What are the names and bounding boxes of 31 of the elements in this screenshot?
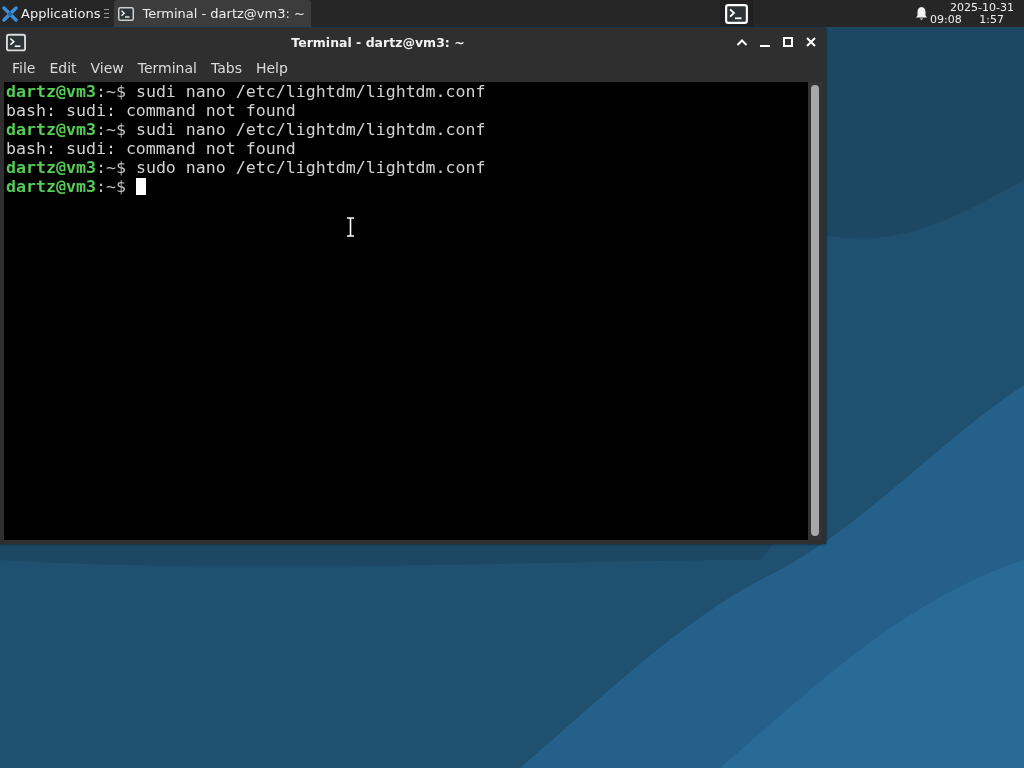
clock-time: 09:08 [930,13,962,26]
drag-handle-icon[interactable] [104,8,110,19]
terminal-icon [118,6,135,21]
clock-time: 1:57 [979,13,1004,26]
menu-item[interactable]: Tabs [203,60,249,76]
window-title: Terminal - dartz@vm3: ~ [290,34,466,50]
command-line: dartz@vm3:~$ sudi nano /etc/lightdm/lightdm.conf [6,120,486,139]
taskbar-button[interactable]: Terminal - dartz@vm3: ~ [114,0,311,27]
maximize-icon [782,37,793,47]
close-icon [805,37,816,47]
menu-item[interactable]: View [83,60,131,76]
scrollbar-thumb[interactable] [811,85,819,536]
command-line: dartz@vm3:~$ sudi nano /etc/lightdm/lightdm.conf [6,82,486,101]
clock-date: 2025-10-31 [950,1,1014,14]
bell-icon[interactable] [915,6,928,21]
command-line: dartz@vm3:~$ [6,177,127,196]
launcher-button[interactable] [720,0,753,27]
output-line: bash: sudi: command not found [6,139,296,158]
menu-item[interactable]: Edit [42,60,84,76]
menu-item[interactable]: Help [248,60,295,76]
applications-menu-button[interactable]: Applications [0,0,103,27]
command-line: dartz@vm3:~$ sudo nano /etc/lightdm/lightdm.conf [6,158,486,177]
terminal-icon [723,3,750,24]
minimize-icon [759,45,770,47]
menu-item[interactable]: File [5,60,43,76]
i-beam-pointer-icon [346,217,355,237]
output-line: bash: sudi: command not found [6,101,296,120]
caret-up-icon [735,38,748,46]
x-logo-icon [2,5,18,22]
menu-item[interactable]: Terminal [130,60,204,76]
terminal-icon[interactable] [6,32,26,52]
